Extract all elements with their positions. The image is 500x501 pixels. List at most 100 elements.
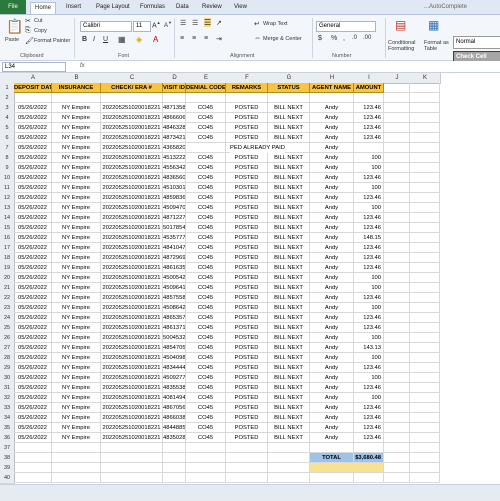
merge-center-button[interactable]: Merge & Center — [263, 36, 302, 42]
table-cell[interactable]: NY Empire — [52, 333, 101, 343]
table-cell[interactable]: 123.46 — [354, 173, 384, 183]
table-cell[interactable]: Andy — [310, 103, 354, 113]
align-right-icon[interactable]: ≡ — [204, 35, 208, 42]
table-cell[interactable]: 4365820 — [163, 143, 186, 153]
grid-cell[interactable] — [410, 353, 440, 363]
grid-cell[interactable] — [384, 233, 410, 243]
table-cell[interactable]: POSTED — [226, 393, 268, 403]
grid-cell[interactable] — [410, 463, 440, 473]
table-cell[interactable]: 100 — [354, 373, 384, 383]
table-cell[interactable] — [354, 93, 384, 103]
grid-cell[interactable] — [410, 83, 440, 93]
grid-cell[interactable] — [410, 383, 440, 393]
grid-cell[interactable] — [410, 443, 440, 453]
grid-cell[interactable] — [384, 353, 410, 363]
grid-cell[interactable] — [186, 463, 226, 473]
grid-cell[interactable] — [384, 203, 410, 213]
table-cell[interactable]: 202205251020018221 — [101, 413, 163, 423]
table-cell[interactable]: CO45 — [186, 403, 226, 413]
table-cell[interactable]: 05/26/2022 — [14, 173, 52, 183]
merge-icon[interactable]: ⇔ — [254, 35, 261, 42]
grid-cell[interactable] — [410, 223, 440, 233]
table-cell[interactable]: 202205251020018221 — [101, 343, 163, 353]
table-cell[interactable]: Andy — [310, 373, 354, 383]
table-cell[interactable]: CO45 — [186, 353, 226, 363]
grid-cell[interactable] — [410, 153, 440, 163]
table-cell[interactable]: CO45 — [186, 233, 226, 243]
table-cell[interactable]: POSTED — [226, 333, 268, 343]
grid-cell[interactable] — [410, 373, 440, 383]
table-cell[interactable]: 202205251020018221 — [101, 143, 163, 153]
table-cell[interactable]: NY Empire — [52, 103, 101, 113]
table-cell[interactable]: CO45 — [186, 123, 226, 133]
grid-cell[interactable] — [268, 453, 310, 463]
table-cell[interactable]: Andy — [310, 283, 354, 293]
table-cell[interactable]: 123.46 — [354, 243, 384, 253]
table-cell[interactable]: POSTED — [226, 363, 268, 373]
table-cell[interactable]: CO45 — [186, 213, 226, 223]
table-cell[interactable]: Andy — [310, 223, 354, 233]
grid-cell[interactable] — [410, 363, 440, 373]
table-cell[interactable]: 4873421 — [163, 133, 186, 143]
table-cell[interactable]: 4865357 — [163, 313, 186, 323]
grid-cell[interactable] — [384, 173, 410, 183]
table-cell[interactable]: BILL NEXT — [268, 423, 310, 433]
table-cell[interactable]: BILL NEXT — [268, 213, 310, 223]
table-cell[interactable]: 202205251020018221 — [101, 133, 163, 143]
table-cell[interactable]: 202205251020018221 — [101, 163, 163, 173]
table-cell[interactable]: NY Empire — [52, 183, 101, 193]
table-cell[interactable]: POSTED — [226, 313, 268, 323]
grid-cell[interactable] — [410, 173, 440, 183]
table-cell[interactable]: BILL NEXT — [268, 163, 310, 173]
table-cell[interactable]: 202205251020018221 — [101, 283, 163, 293]
table-cell[interactable]: 4871227 — [163, 213, 186, 223]
grid-cell[interactable] — [410, 143, 440, 153]
cut-button[interactable]: Cut — [34, 18, 43, 24]
grid-cell[interactable] — [186, 453, 226, 463]
table-cell[interactable]: CO45 — [186, 133, 226, 143]
grid-cell[interactable] — [226, 453, 268, 463]
table-cell[interactable]: 123.46 — [354, 123, 384, 133]
table-cell[interactable]: 05/26/2022 — [14, 183, 52, 193]
table-cell[interactable]: POSTED — [226, 233, 268, 243]
table-cell[interactable]: NY Empire — [52, 273, 101, 283]
align-top-icon[interactable]: ☰ — [180, 19, 186, 27]
table-cell[interactable]: Andy — [310, 163, 354, 173]
table-cell[interactable]: BILL NEXT — [268, 293, 310, 303]
shrink-font-icon[interactable]: A▼ — [164, 20, 172, 29]
grid-cell[interactable] — [410, 333, 440, 343]
table-cell[interactable]: 4513222 — [163, 153, 186, 163]
paste-button[interactable]: Paste — [5, 37, 19, 43]
table-cell[interactable]: Andy — [310, 203, 354, 213]
table-cell[interactable]: 05/26/2022 — [14, 253, 52, 263]
table-cell[interactable]: 05/26/2022 — [14, 353, 52, 363]
underline-icon[interactable]: U — [103, 36, 108, 43]
highlight-cell[interactable] — [310, 463, 384, 473]
grid-cell[interactable] — [384, 133, 410, 143]
table-cell[interactable]: 4866038 — [163, 413, 186, 423]
table-cell[interactable]: 202205251020018221 — [101, 203, 163, 213]
grid-cell[interactable] — [384, 373, 410, 383]
comma-icon[interactable]: , — [343, 35, 345, 42]
table-cell[interactable]: BILL NEXT — [268, 193, 310, 203]
table-cell[interactable]: Andy — [310, 183, 354, 193]
grid-cell[interactable] — [384, 93, 410, 103]
table-cell[interactable]: 4834444 — [163, 363, 186, 373]
table-cell[interactable]: Andy — [310, 323, 354, 333]
table-cell[interactable]: 4861371 — [163, 323, 186, 333]
table-cell[interactable]: 123.46 — [354, 413, 384, 423]
table-cell[interactable]: 4859836 — [163, 193, 186, 203]
table-cell[interactable]: 202205251020018221 — [101, 303, 163, 313]
grid-cell[interactable] — [384, 283, 410, 293]
table-cell[interactable]: Andy — [310, 153, 354, 163]
table-cell[interactable]: POSTED — [226, 413, 268, 423]
table-cell[interactable]: 202205251020018221 — [101, 313, 163, 323]
increase-decimal-icon[interactable]: .0 — [352, 35, 357, 41]
grid-cell[interactable] — [410, 263, 440, 273]
table-cell[interactable]: 202205251020018221 — [101, 353, 163, 363]
table-cell[interactable]: CO45 — [186, 253, 226, 263]
table-cell[interactable]: 05/26/2022 — [14, 313, 52, 323]
table-cell[interactable]: 123.46 — [354, 253, 384, 263]
bold-icon[interactable]: B — [82, 36, 87, 43]
table-cell[interactable]: 123.46 — [354, 363, 384, 373]
